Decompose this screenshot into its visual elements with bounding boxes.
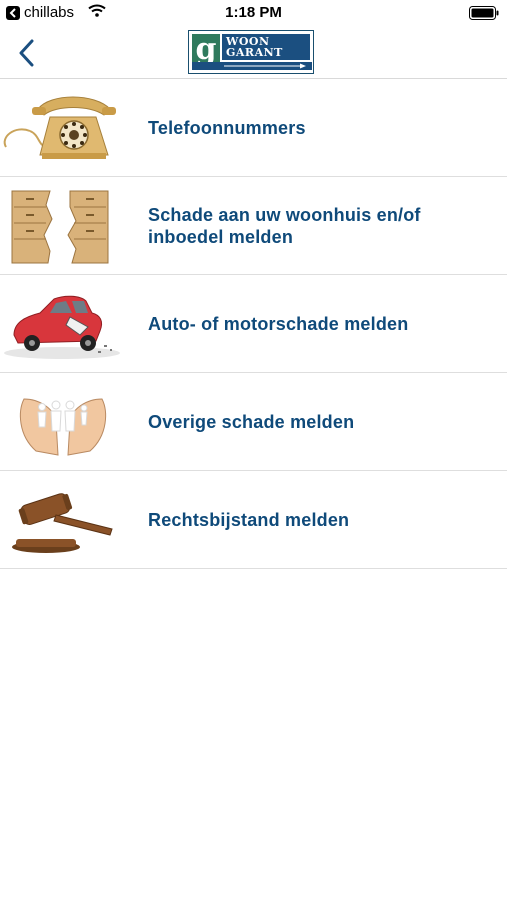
hands-family-icon — [19, 398, 107, 456]
logo-band: WOON GARANT — [222, 34, 310, 60]
menu-item-rechtsbijstand[interactable]: Rechtsbijstand melden — [0, 471, 507, 569]
menu-item-label: Overige schade melden — [148, 411, 355, 432]
status-bar: chillabs 1:18 PM — [0, 0, 507, 28]
broken-cabinet-icon — [11, 190, 109, 264]
menu-list: Telefoonnummers Schade aan uw woonhuis e… — [0, 79, 507, 569]
menu-item-label: Schade aan uw woonhuis en/of inboedel me… — [148, 204, 421, 247]
logo-line-2: GARANT — [226, 46, 283, 59]
menu-item-overige-schade[interactable]: Overige schade melden — [0, 373, 507, 471]
battery-icon — [469, 6, 499, 24]
navigation-bar: g WOON GARANT — [0, 28, 507, 79]
telephone-icon — [3, 96, 116, 159]
menu-item-label: Auto- of motorschade melden — [148, 313, 409, 334]
menu-item-label: Telefoonnummers — [148, 117, 306, 138]
woongarant-logo: g WOON GARANT — [188, 30, 314, 74]
back-button[interactable] — [12, 36, 40, 70]
menu-item-schade-woonhuis[interactable]: Schade aan uw woonhuis en/of inboedel me… — [0, 177, 507, 275]
menu-item-label: Rechtsbijstand melden — [148, 509, 350, 530]
gavel-icon — [12, 493, 113, 553]
chevron-left-icon — [19, 39, 34, 67]
menu-item-telefoonnummers[interactable]: Telefoonnummers — [0, 79, 507, 177]
logo-arrow-icon — [192, 62, 312, 70]
damaged-car-icon — [4, 295, 120, 359]
status-time: 1:18 PM — [225, 4, 282, 21]
menu-item-autoschade[interactable]: Auto- of motorschade melden — [0, 275, 507, 373]
